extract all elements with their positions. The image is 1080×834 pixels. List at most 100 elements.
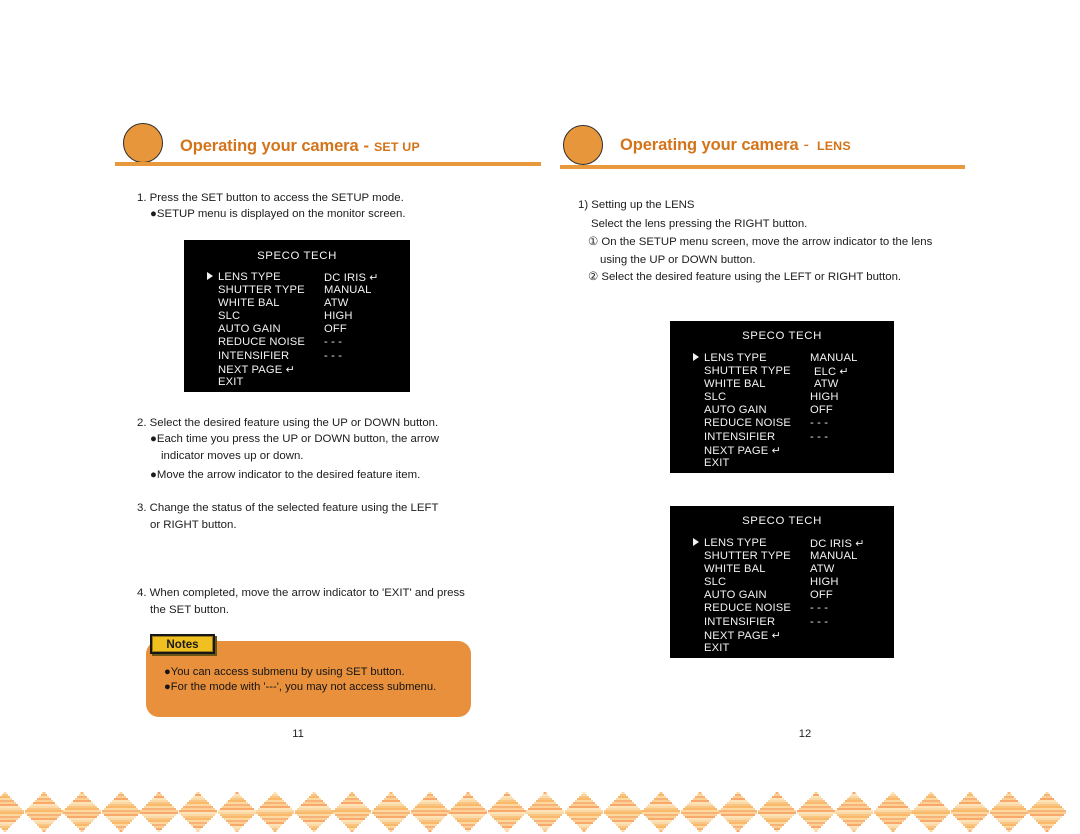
osd-row-label: NEXT PAGE [704,629,769,642]
diamond-stripe [852,830,856,832]
osd-row: AUTO GAIN OFF [704,404,886,417]
osd-setup-menu-left: SPECO TECH LENS TYPE DC IRIS ↵ SHUTTER T… [184,240,410,392]
osd-row-label: SHUTTER TYPE [704,365,791,378]
osd-row: LENS TYPE DC IRIS ↵ [207,271,402,284]
diamond-stripe [80,830,84,832]
osd-row-label: LENS TYPE [704,537,767,549]
right-title-sub: LENS [816,139,851,153]
diamond-stripe [119,830,123,832]
osd-row: EXIT [704,642,886,655]
osd-row-value: HIGH [324,310,353,323]
diamond-stripe [1007,830,1011,832]
diamond-motif [642,792,681,832]
osd-row-label: NEXT PAGE [218,363,283,376]
osd-row-label: SLC [704,391,727,404]
diamond-motif [24,792,63,832]
diamond-motif [951,792,989,832]
diamond-motif [796,792,835,832]
osd-row-value: OFF [324,323,347,336]
diamond-motif [603,792,642,832]
diamond-motif [989,792,1028,832]
osd-row-value: - - - [810,602,829,615]
left-step-2-bullet-b: ●Move the arrow indicator to the desired… [150,467,420,484]
right-step-1-item-1-cont-text: using the UP or DOWN button. [600,254,756,266]
left-title-main: Operating your camera [180,137,359,155]
osd-row: REDUCE NOISE - - - [218,336,402,349]
osd-row-label: AUTO GAIN [704,404,767,417]
left-step-1-text: 1. Press the SET button to access the SE… [137,192,404,204]
osd-row-label: REDUCE NOISE [704,602,791,615]
left-step-2-bullet-b-text: ●Move the arrow indicator to the desired… [150,469,421,481]
osd-enter-icon: ↵ [282,363,295,376]
left-step-2: 2. Select the desired feature using the … [137,415,438,432]
diamond-stripe [929,830,933,832]
left-step-3-cont-text: or RIGHT button. [150,519,237,531]
osd-row: AUTO GAIN OFF [218,323,402,336]
diamond-stripe [312,830,316,832]
osd-row-label: EXIT [218,375,244,388]
osd-right-bottom-rows: LENS TYPE DC IRIS ↵ SHUTTER TYPE MANUAL … [693,537,886,655]
osd-row-label: AUTO GAIN [218,323,281,336]
diamond-motif [719,792,758,832]
osd-row-label: INTENSIFIER [218,349,290,362]
osd-row: REDUCE NOISE - - - [704,602,886,615]
osd-lens-menu-dc-iris: SPECO TECH LENS TYPE DC IRIS ↵ SHUTTER T… [670,506,894,658]
osd-row-label: REDUCE NOISE [218,336,305,349]
diamond-stripe [389,830,393,832]
diamond-motif [758,792,796,832]
diamond-stripe [698,830,702,832]
left-step-2-bullet-a-text: ●Each time you press the UP or DOWN butt… [150,433,440,445]
diamond-stripe [891,830,895,832]
right-header-rule [560,165,965,169]
notes-line-1: ●You can access submenu by using SET but… [164,666,405,678]
right-step-1-item-1-text: ① On the SETUP menu screen, move the arr… [588,236,933,248]
osd-row: WHITE BAL ATW [218,297,402,310]
osd-row-value: DC IRIS ↵ [810,538,865,550]
osd-row: REDUCE NOISE - - - [704,417,886,430]
left-step-1-bullet-text: ●SETUP menu is displayed on the monitor … [150,208,406,220]
left-title-dash: - [363,137,370,155]
header-bullet-circle-right [563,125,603,165]
decorative-diamond-band [0,786,1080,834]
header-bullet-circle-left [123,123,163,163]
diamond-stripe [968,830,972,832]
osd-row-value: ATW [324,297,349,310]
left-step-2-cont-text: indicator moves up or down. [161,450,304,462]
osd-row-label: INTENSIFIER [704,430,776,443]
manual-page-spread: Operating your camera - SET UP 1. Press th… [0,0,1080,834]
left-step-1: 1. Press the SET button to access the SE… [137,190,404,207]
osd-selection-arrow-icon [693,538,699,546]
osd-right-top-rows: LENS TYPE MANUAL SHUTTER TYPE ELC ↵ WHIT… [693,352,886,470]
osd-row-label: SHUTTER TYPE [218,284,305,297]
osd-row-label: LENS TYPE [704,352,767,364]
osd-left-rows: LENS TYPE DC IRIS ↵ SHUTTER TYPE MANUAL … [207,271,402,389]
left-title-sub: SET UP [373,140,420,154]
osd-row: EXIT [218,376,402,389]
right-step-1-item-2: ② Select the desired feature using the L… [588,269,901,286]
left-page-title: Operating your camera - SET UP [180,137,420,156]
osd-row-label: EXIT [704,456,730,469]
diamond-motif [0,792,24,832]
left-step-4-text: 4. When completed, move the arrow indica… [137,587,465,599]
notes-tab-inner: Notes [152,636,213,652]
left-step-2-cont: indicator moves up or down. [161,448,303,465]
left-step-3: 3. Change the status of the selected fea… [137,500,438,517]
osd-row-value: ELC ↵ [814,366,849,379]
diamond-stripe [428,830,432,832]
osd-row: LENS TYPE MANUAL [693,352,886,365]
osd-row-value: OFF [810,589,833,602]
right-step-1-item-1-cont: using the UP or DOWN button. [600,252,756,269]
diamond-motif [256,792,295,832]
osd-row-label: SLC [704,576,727,589]
diamond-stripe [235,830,239,832]
osd-enter-icon: ↵ [768,444,781,457]
diamond-motif [372,792,410,832]
osd-row-value: - - - [810,615,829,628]
left-step-1-bullet: ●SETUP menu is displayed on the monitor … [150,206,406,223]
osd-row-value: MANUAL [324,284,372,297]
osd-selection-arrow-icon [693,353,699,361]
diamond-motif [140,792,179,832]
diamond-stripe [814,830,818,832]
osd-row: SHUTTER TYPE MANUAL [218,284,402,297]
right-page-number: 12 [798,728,812,740]
